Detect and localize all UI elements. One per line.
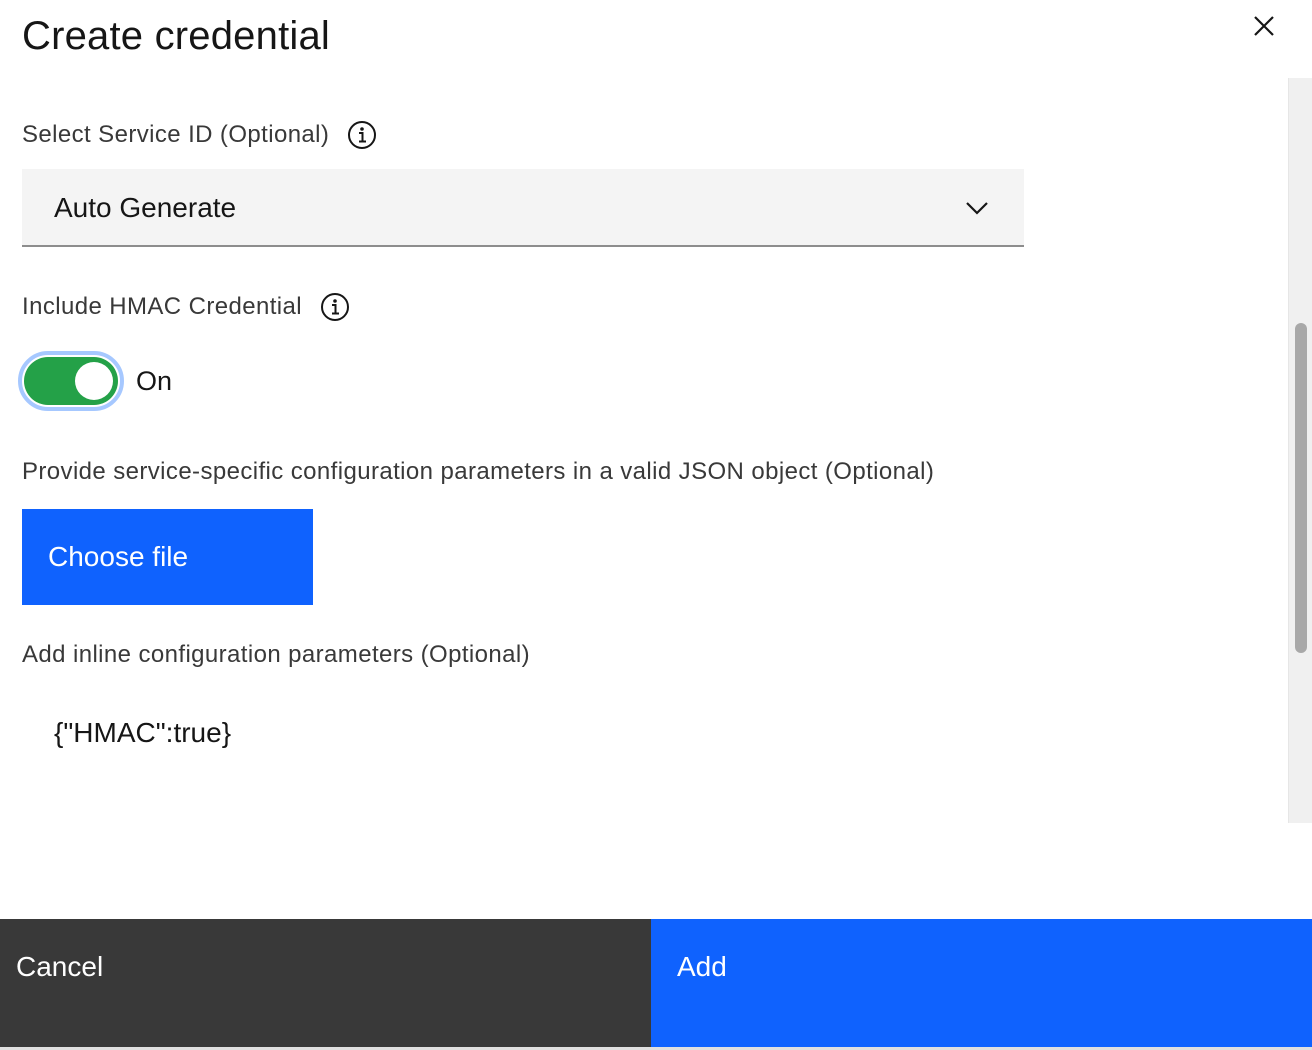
hmac-label: Include HMAC Credential [22, 293, 302, 320]
service-id-label-row: Select Service ID (Optional) [22, 120, 377, 150]
hmac-toggle-state: On [136, 365, 173, 396]
inline-config-label: Add inline configuration parameters (Opt… [22, 641, 530, 668]
close-icon [1254, 16, 1274, 36]
config-file-label: Provide service-specific configuration p… [22, 458, 935, 485]
inline-config-textarea[interactable]: {"HMAC":true} [22, 700, 1024, 766]
info-icon [321, 293, 349, 321]
inline-config-label-row: Add inline configuration parameters (Opt… [22, 641, 530, 669]
modal-footer: Cancel Add [0, 919, 1312, 1047]
hmac-toggle-group: On [18, 351, 172, 411]
service-id-info-button[interactable] [347, 120, 377, 150]
service-id-label: Select Service ID (Optional) [22, 121, 330, 148]
hmac-info-button[interactable] [320, 292, 350, 322]
service-id-select[interactable]: Auto Generate [22, 169, 1024, 247]
info-icon [348, 121, 377, 149]
config-file-label-row: Provide service-specific configuration p… [22, 458, 934, 486]
hmac-toggle[interactable] [18, 351, 124, 411]
modal-title: Create credential [22, 14, 331, 58]
choose-file-button[interactable]: Choose file [22, 509, 313, 605]
chevron-down-icon [966, 202, 988, 215]
scrollbar-thumb[interactable] [1295, 323, 1307, 653]
add-button[interactable]: Add [651, 919, 1312, 1047]
service-id-selected-value: Auto Generate [54, 192, 237, 223]
toggle-track [24, 357, 118, 405]
cancel-button[interactable]: Cancel [0, 919, 651, 1047]
hmac-label-row: Include HMAC Credential [22, 292, 350, 322]
toggle-knob [75, 362, 113, 400]
create-credential-modal: Create credential Select Service ID (Opt… [0, 0, 1312, 1050]
scrollbar[interactable] [1288, 78, 1312, 823]
close-button[interactable] [1240, 2, 1288, 50]
